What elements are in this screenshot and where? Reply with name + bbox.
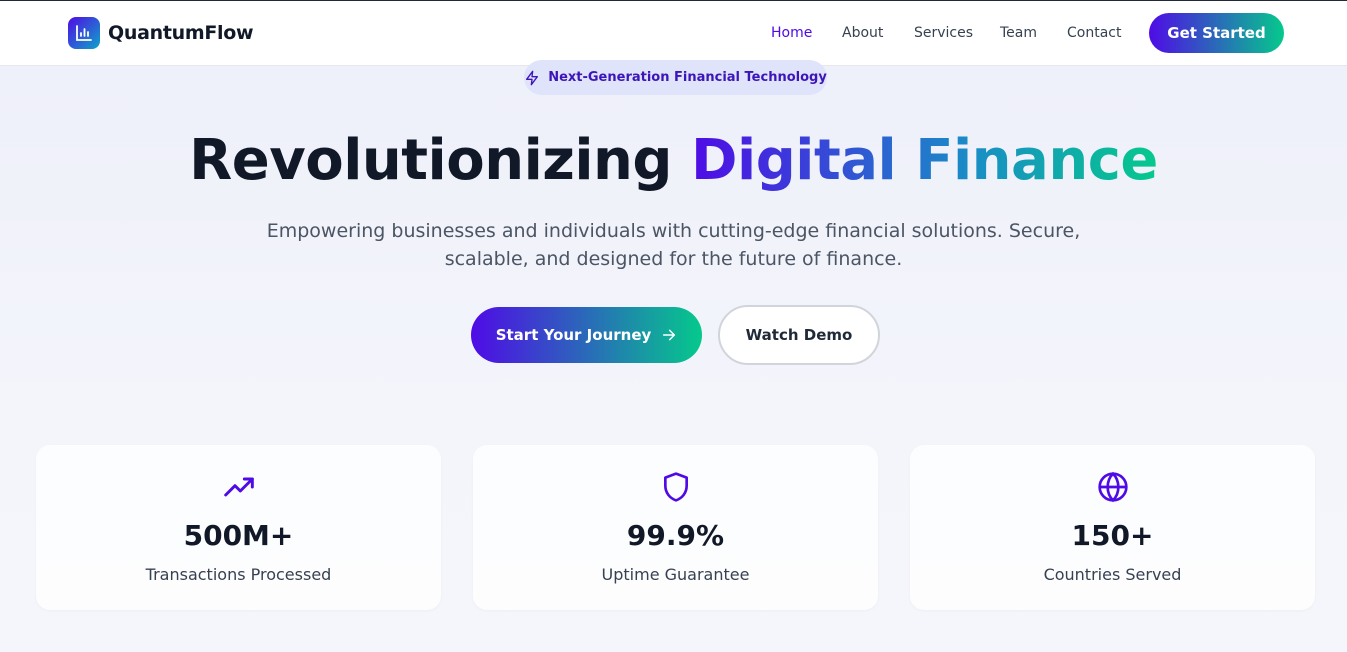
hero-subtitle-line-2: scalable, and designed for the future of… bbox=[444, 248, 903, 270]
arrow-right-icon bbox=[663, 329, 676, 341]
nav-home[interactable]: Home bbox=[771, 25, 812, 41]
stat-value: 99.9% bbox=[626, 519, 725, 552]
stat-value: 500M+ bbox=[183, 519, 294, 552]
watch-demo-button[interactable]: Watch Demo bbox=[718, 305, 880, 365]
brand-name: QuantumFlow bbox=[108, 22, 254, 44]
stat-label: Uptime Guarantee bbox=[601, 565, 750, 584]
stat-label: Countries Served bbox=[1043, 565, 1182, 584]
nav-contact[interactable]: Contact bbox=[1067, 25, 1121, 41]
stat-card-transactions: 500M+ Transactions Processed bbox=[36, 445, 441, 610]
start-journey-button[interactable]: Start Your Journey bbox=[471, 307, 702, 363]
stat-label: Transactions Processed bbox=[145, 565, 332, 584]
hero-badge: Next-Generation Financial Technology bbox=[524, 60, 827, 95]
trending-up-icon bbox=[223, 477, 254, 497]
site-header: QuantumFlow Home About Services Team Con… bbox=[0, 1, 1347, 66]
get-started-button[interactable]: Get Started bbox=[1149, 13, 1284, 53]
badge-text: Next-Generation Financial Technology bbox=[548, 70, 827, 85]
stat-card-countries: 150+ Countries Served bbox=[910, 445, 1315, 610]
shield-icon bbox=[663, 472, 688, 502]
bar-chart-icon bbox=[68, 17, 100, 49]
hero-title-plain: Revolutionizing bbox=[189, 128, 692, 193]
lightning-icon bbox=[526, 70, 539, 85]
hero-subtitle-line-1: Empowering businesses and individuals wi… bbox=[266, 220, 1081, 242]
hero-subtitle: Empowering businesses and individuals wi… bbox=[0, 217, 1347, 273]
nav-services[interactable]: Services bbox=[914, 25, 973, 41]
nav-team[interactable]: Team bbox=[1000, 25, 1037, 41]
nav-about[interactable]: About bbox=[842, 25, 883, 41]
brand-logo[interactable]: QuantumFlow bbox=[68, 17, 254, 49]
globe-icon bbox=[1097, 471, 1128, 503]
stat-card-uptime: 99.9% Uptime Guarantee bbox=[473, 445, 878, 610]
hero-title-highlight: Digital Finance bbox=[691, 128, 1158, 193]
stat-value: 150+ bbox=[1071, 519, 1154, 552]
start-journey-label: Start Your Journey bbox=[495, 326, 652, 344]
hero-title: Revolutionizing Digital Finance bbox=[0, 128, 1347, 193]
